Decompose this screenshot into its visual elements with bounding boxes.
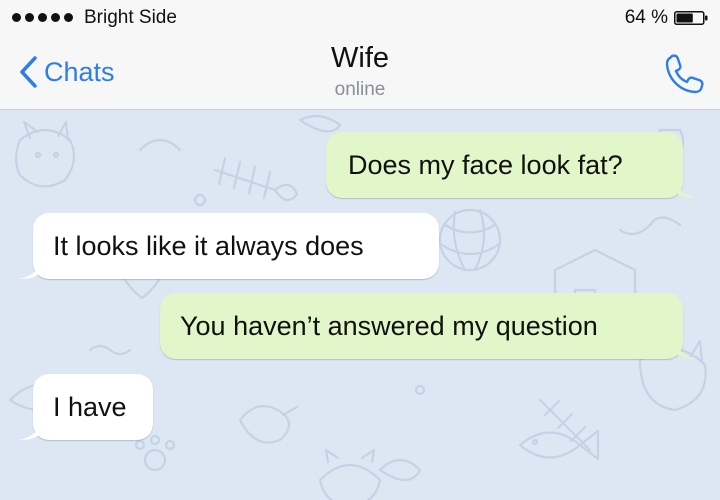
battery-percentage: 64 % — [624, 7, 668, 28]
bubble-tail — [675, 178, 697, 198]
contact-name: Wife — [331, 42, 389, 74]
status-bar: Bright Side 64 % — [0, 0, 720, 36]
back-button-label: Chats — [44, 56, 115, 87]
message-text: You haven’t answered my question — [180, 311, 598, 341]
message-bubble-incoming[interactable]: It looks like it always does — [19, 213, 439, 279]
bubble-tail — [675, 339, 697, 359]
contact-status: online — [334, 79, 386, 100]
message-text: I have — [53, 392, 127, 422]
message-bubble-outgoing[interactable]: You haven’t answered my question — [160, 293, 697, 359]
chat-screen: Bright Side 64 % Chats Wife online Does … — [0, 0, 720, 500]
bubble-tail — [19, 420, 41, 440]
message-bubble-outgoing[interactable]: Does my face look fat? — [326, 132, 697, 198]
carrier-name: Bright Side — [84, 7, 177, 28]
message-bubble-incoming[interactable]: I have — [19, 374, 153, 440]
message-text: It looks like it always does — [53, 231, 364, 261]
message-text: Does my face look fat? — [348, 150, 623, 180]
signal-strength-icon — [12, 13, 73, 22]
bubble-tail — [19, 259, 41, 279]
phone-icon[interactable] — [660, 50, 704, 94]
back-button[interactable]: Chats — [18, 52, 115, 92]
battery-icon — [674, 11, 708, 25]
chat-title-block[interactable]: Wife online — [200, 40, 520, 102]
chevron-left-icon — [20, 56, 37, 88]
chat-header: Chats Wife online — [0, 36, 720, 110]
